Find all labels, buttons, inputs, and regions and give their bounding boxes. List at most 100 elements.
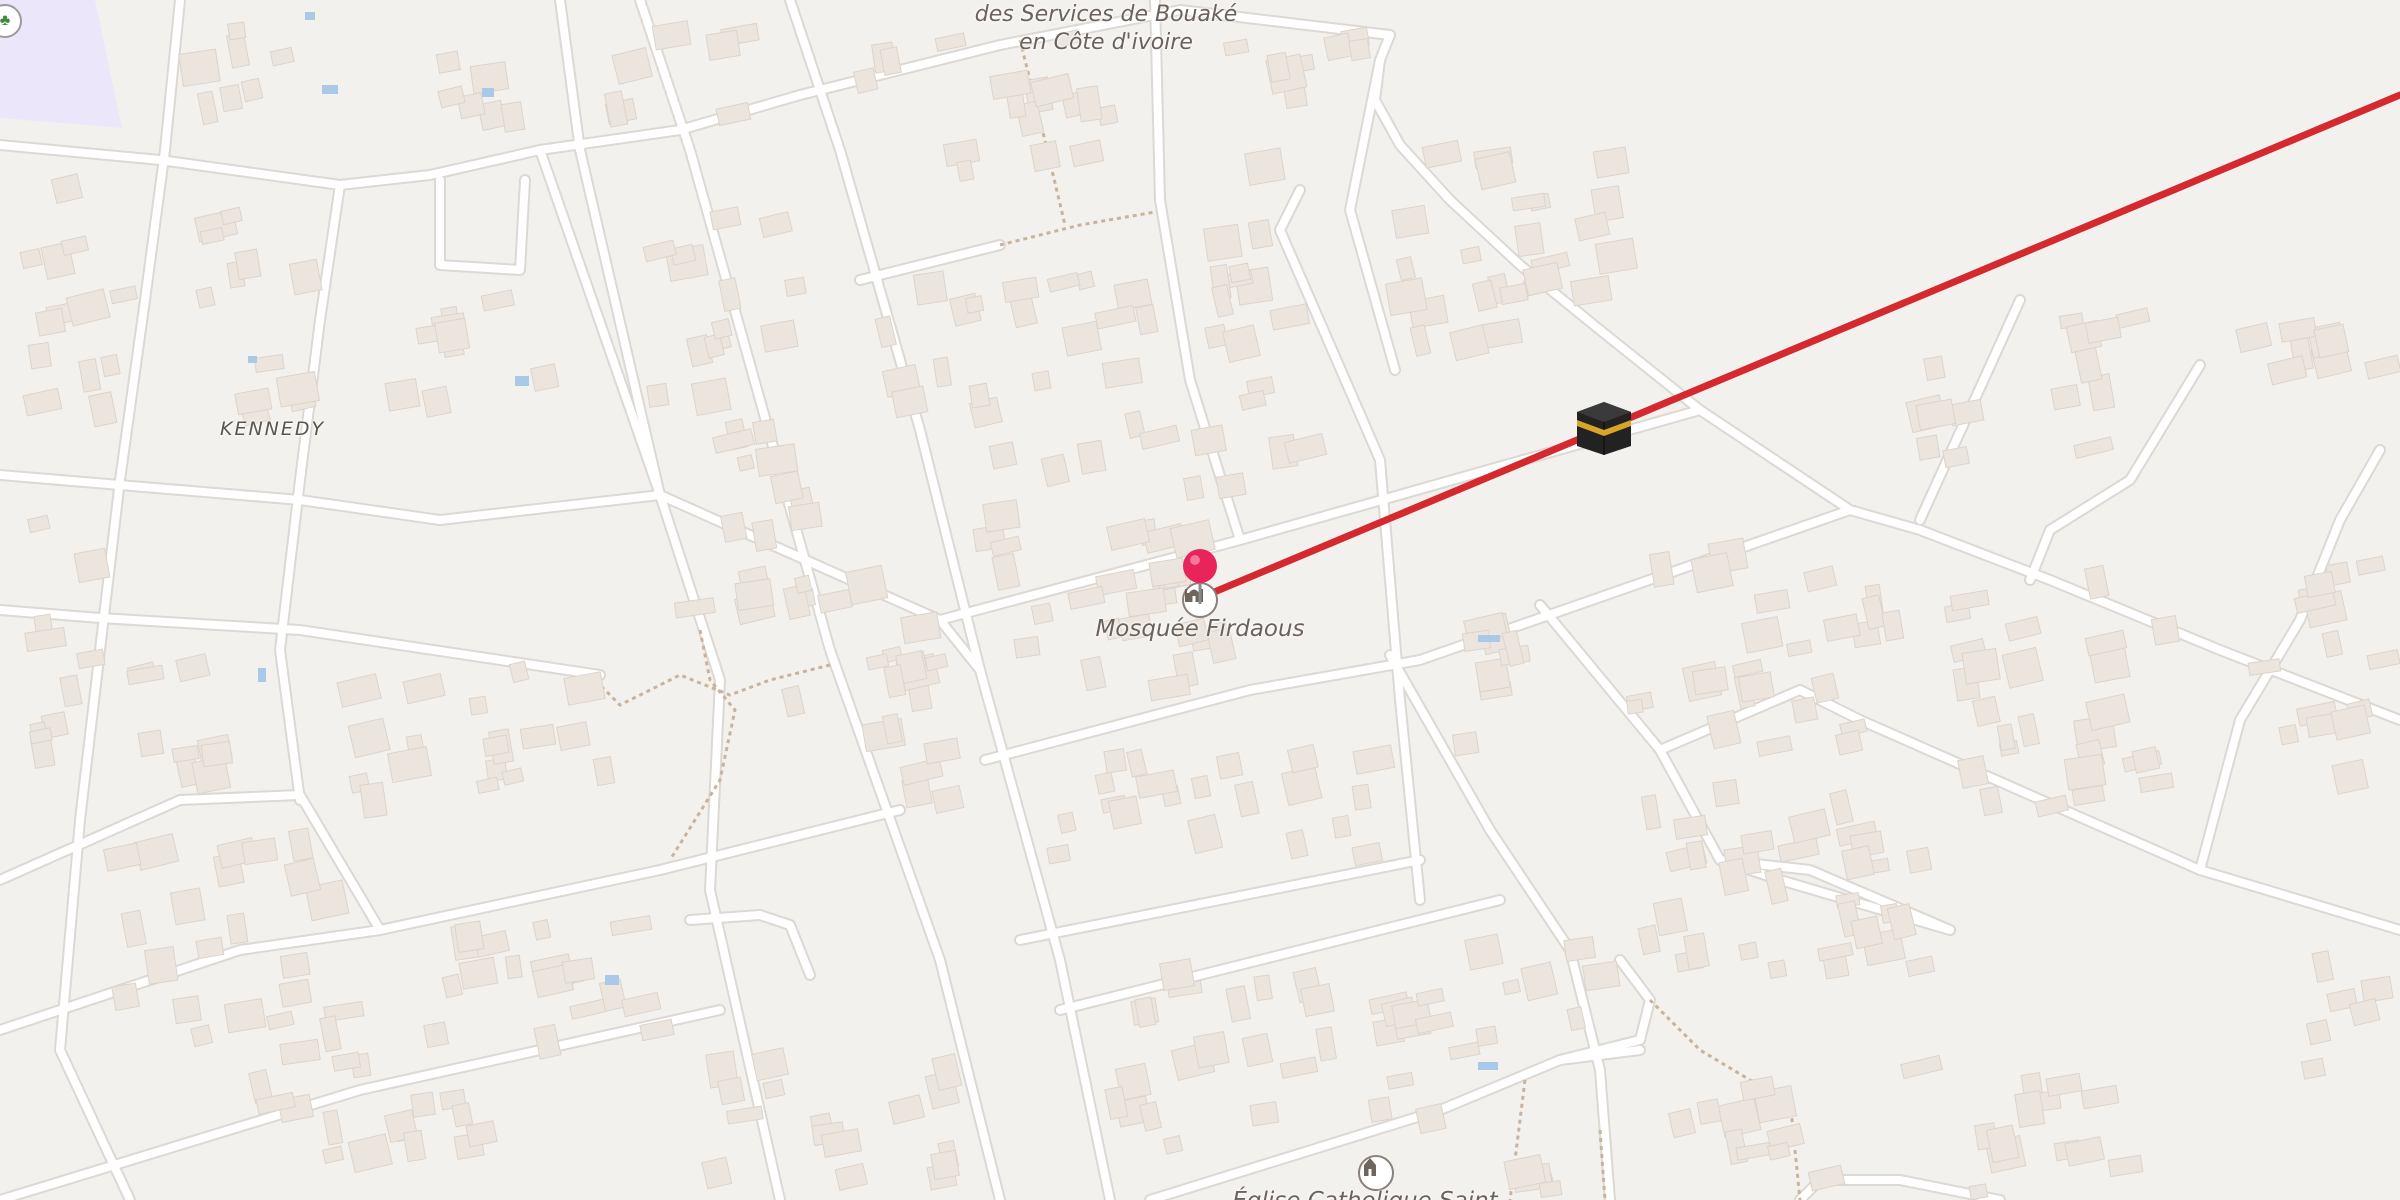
building: [1234, 780, 1260, 818]
building: [900, 611, 942, 645]
building: [1080, 655, 1107, 692]
building: [760, 319, 799, 353]
building: [59, 674, 83, 708]
building: [288, 258, 323, 296]
building: [1409, 324, 1432, 357]
building: [1094, 304, 1137, 330]
building: [1046, 844, 1072, 865]
building: [27, 341, 52, 370]
building: [1046, 271, 1081, 293]
building: [720, 511, 748, 543]
building: [1640, 794, 1662, 831]
services-label-line1: des Services de Bouaké: [974, 2, 1238, 27]
church-label[interactable]: Église Catholique Saint...: [1232, 1188, 1519, 1200]
building: [22, 387, 63, 417]
building: [223, 998, 267, 1034]
building: [1351, 841, 1384, 867]
water-feature: [1478, 1062, 1498, 1070]
building: [1625, 698, 1644, 715]
building: [500, 101, 526, 133]
building: [1147, 673, 1192, 702]
building: [887, 1094, 926, 1125]
building: [1756, 735, 1793, 757]
building: [1057, 811, 1077, 834]
building: [2305, 1018, 2332, 1046]
building: [1592, 146, 1630, 179]
building: [1594, 237, 1638, 275]
building: [1460, 245, 1482, 265]
building: [88, 391, 118, 428]
building: [932, 356, 953, 388]
building: [1788, 808, 1831, 844]
building: [2115, 307, 2151, 330]
building: [1448, 324, 1490, 362]
building: [989, 69, 1032, 101]
building: [1740, 829, 1775, 855]
building: [1222, 38, 1250, 57]
building: [278, 978, 313, 1008]
building: [359, 781, 388, 819]
church-icon[interactable]: [1358, 1155, 1394, 1191]
building: [111, 982, 141, 1012]
building: [592, 755, 616, 787]
building: [1348, 37, 1371, 62]
building: [1138, 424, 1181, 450]
neighborhood-label-kennedy: KENNEDY: [220, 418, 326, 440]
building: [1241, 1032, 1274, 1068]
building: [1691, 666, 1729, 696]
building: [2138, 772, 2175, 794]
building: [175, 653, 211, 683]
building: [386, 746, 433, 784]
building: [1514, 222, 1545, 258]
building: [1840, 845, 1875, 881]
building: [1249, 1101, 1280, 1127]
building: [1979, 785, 2004, 817]
building: [1637, 924, 1662, 956]
building: [482, 734, 510, 758]
building: [1125, 587, 1168, 618]
building: [621, 991, 662, 1018]
building: [1384, 277, 1428, 317]
water-feature: [605, 975, 619, 985]
building: [2004, 615, 2042, 642]
building: [24, 626, 67, 652]
building: [754, 443, 799, 477]
building: [2080, 1084, 2120, 1110]
map-canvas[interactable]: ♣ des Services de Bouaké en Côte d'ivoir…: [0, 0, 2400, 1200]
building: [673, 597, 716, 619]
building: [1061, 320, 1103, 357]
building: [347, 717, 391, 759]
building: [480, 289, 515, 312]
building: [169, 887, 206, 926]
building: [458, 956, 499, 990]
building: [1690, 551, 1734, 594]
building: [1300, 982, 1335, 1018]
mosque-label[interactable]: Mosquée Firdaous: [1095, 616, 1304, 642]
building: [718, 277, 742, 312]
building: [1279, 1056, 1319, 1079]
building: [1244, 147, 1286, 186]
building: [465, 1120, 498, 1148]
building: [787, 501, 823, 532]
building: [751, 1047, 790, 1082]
building: [2107, 1154, 2144, 1178]
building: [1828, 789, 1854, 826]
building: [609, 915, 653, 937]
building: [1225, 985, 1252, 1023]
building: [2364, 354, 2400, 380]
building: [421, 385, 452, 418]
building: [1013, 635, 1041, 659]
building: [178, 48, 221, 88]
building: [241, 837, 279, 866]
building: [1315, 1026, 1337, 1062]
building: [1502, 978, 1522, 996]
building: [1563, 935, 1597, 962]
building: [279, 1038, 321, 1066]
building: [2266, 355, 2308, 386]
building: [1148, 557, 1187, 588]
building: [758, 211, 793, 239]
building: [1737, 671, 1776, 703]
building: [1803, 565, 1838, 593]
water-feature: [248, 356, 257, 363]
water-feature: [305, 12, 315, 20]
